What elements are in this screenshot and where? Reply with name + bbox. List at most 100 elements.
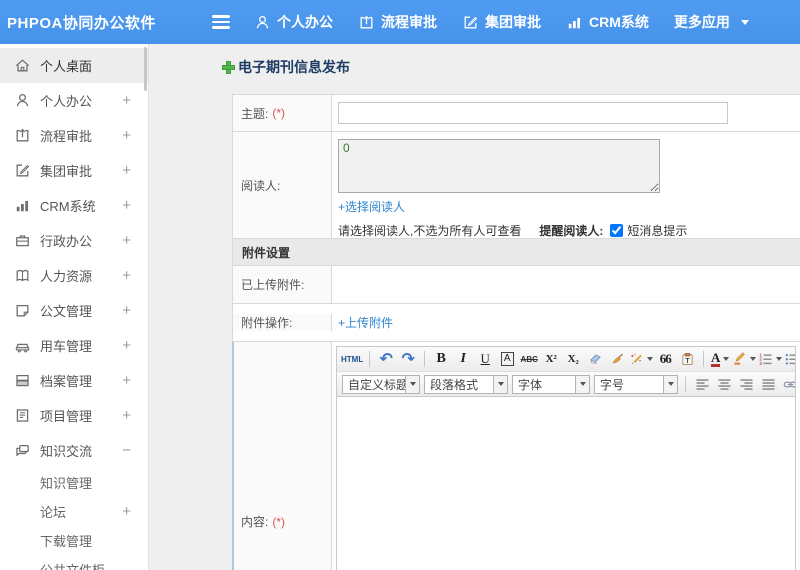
chevron-down-icon[interactable] [405, 375, 419, 393]
expand-plus-icon[interactable]: + [122, 163, 131, 178]
editor-toolbar-row1: HTML ↶ ↷ B I U A ABC X² X₂ 66 T A 1 2 3 [337, 347, 795, 372]
chevron-down-icon[interactable] [575, 375, 589, 393]
sidebar-item-download-management[interactable]: 下载管理 [0, 526, 148, 555]
redo-button[interactable]: ↷ [398, 349, 418, 369]
uploaded-attachments-row: 已上传附件: [233, 266, 800, 304]
sidebar-item-forum[interactable]: 论坛 + [0, 497, 148, 526]
expand-plus-icon[interactable]: + [122, 93, 131, 108]
readers-label: 阅读人: [241, 178, 281, 193]
chevron-down-icon [776, 357, 783, 361]
eraser-icon[interactable] [585, 349, 605, 369]
sidebar-item-group-approval[interactable]: 集团审批 + [0, 153, 148, 188]
sidebar-scrollbar[interactable] [144, 47, 147, 91]
project-icon [14, 407, 31, 424]
toolbar-separator [424, 351, 426, 367]
font-family-select[interactable]: 字体 [512, 374, 590, 394]
font-border-button[interactable]: A [497, 349, 517, 369]
publish-form: 主题: (*) 阅读人: 0 +选择阅读人 请选择阅读人,不选为所有人可查看 提… [232, 94, 800, 570]
expand-plus-icon[interactable]: + [122, 338, 131, 353]
font-border-label: A [500, 352, 514, 366]
strikethrough-button[interactable]: ABC [519, 349, 539, 369]
ordered-list-icon[interactable]: 123 [758, 349, 783, 369]
sidebar-item-knowledge-management[interactable]: 知识管理 [0, 468, 148, 497]
custom-title-select[interactable]: 自定义标题 [342, 374, 420, 394]
nav-crm-system[interactable]: CRM系统 [566, 12, 649, 32]
nav-process-approval[interactable]: 流程审批 [358, 12, 437, 32]
sidebar-item-label: 公共文件柜 [40, 560, 131, 570]
expand-plus-icon[interactable]: + [122, 128, 131, 143]
html-source-label: HTML [341, 354, 364, 364]
sidebar-menu: 个人桌面 个人办公 + 流程审批 + 集团审批 + CRM系统 + 行政办公 + 人力资源 + 公文管理 +… [0, 44, 148, 570]
readers-hint-text: 请选择阅读人,不选为所有人可查看 [338, 224, 522, 238]
undo-button[interactable]: ↶ [376, 349, 396, 369]
paragraph-format-select-label: 段落格式 [430, 377, 479, 392]
subject-input[interactable] [338, 102, 728, 124]
rich-text-editor: HTML ↶ ↷ B I U A ABC X² X₂ 66 T A 1 2 3 自定义标题 段落格式 字体 字号 [336, 346, 796, 570]
superscript-button[interactable]: X² [541, 349, 561, 369]
html-source-button[interactable]: HTML [341, 349, 363, 369]
paragraph-format-select[interactable]: 段落格式 [424, 374, 508, 394]
auto-typeset-icon[interactable] [629, 349, 654, 369]
sidebar-item-project-management[interactable]: 项目管理 + [0, 398, 148, 433]
align-right-icon[interactable] [736, 374, 756, 394]
edit-icon [14, 162, 31, 179]
editor-content-area[interactable] [337, 397, 795, 570]
expand-plus-icon[interactable]: + [122, 373, 131, 388]
nav-personal-office[interactable]: 个人办公 [254, 12, 333, 32]
select-readers-link[interactable]: +选择阅读人 [338, 200, 405, 214]
readers-textarea[interactable]: 0 [338, 139, 660, 193]
subject-input-cell [332, 95, 800, 131]
upload-attachment-link[interactable]: +上传附件 [338, 314, 393, 331]
unordered-list-icon[interactable] [784, 349, 795, 369]
expand-plus-icon[interactable]: + [122, 233, 131, 248]
justify-glyph [761, 377, 776, 392]
blockquote-button[interactable]: 66 [655, 349, 675, 369]
expand-plus-icon[interactable]: + [122, 408, 131, 423]
sidebar-item-label: 个人桌面 [40, 59, 93, 74]
sidebar-item-label: 下载管理 [40, 534, 93, 549]
expand-plus-icon[interactable]: + [122, 303, 131, 318]
sidebar-item-human-resources[interactable]: 人力资源 + [0, 258, 148, 293]
align-center-icon[interactable] [714, 374, 734, 394]
sidebar-item-personal-desktop[interactable]: 个人桌面 [0, 48, 148, 83]
underline-button[interactable]: U [475, 349, 495, 369]
sidebar-item-admin-office[interactable]: 行政办公 + [0, 223, 148, 258]
format-brush-icon[interactable] [607, 349, 627, 369]
align-left-icon[interactable] [692, 374, 712, 394]
menu-hamburger-icon[interactable] [212, 15, 230, 29]
expand-plus-icon[interactable]: + [122, 268, 131, 283]
link-icon[interactable] [780, 374, 795, 394]
sidebar-item-knowledge-exchange[interactable]: 知识交流 − [0, 433, 148, 468]
justify-icon[interactable] [758, 374, 778, 394]
font-size-select[interactable]: 字号 [594, 374, 678, 394]
chat-icon [14, 442, 31, 459]
sidebar-item-archive-management[interactable]: 档案管理 + [0, 363, 148, 398]
background-color-icon[interactable] [732, 349, 757, 369]
nav-group-approval[interactable]: 集团审批 [462, 12, 541, 32]
chevron-down-icon[interactable] [493, 375, 507, 393]
expand-plus-icon[interactable]: + [122, 504, 131, 519]
sidebar-item-document-management[interactable]: 公文管理 + [0, 293, 148, 328]
sidebar-item-label: 人力资源 [40, 269, 93, 284]
italic-button[interactable]: I [453, 349, 473, 369]
bold-button[interactable]: B [431, 349, 451, 369]
sidebar-item-vehicle-management[interactable]: 用车管理 + [0, 328, 148, 363]
paste-text-icon[interactable]: T [677, 349, 697, 369]
font-color-button[interactable]: A [710, 349, 730, 369]
bold-label: B [436, 351, 446, 366]
sidebar-item-public-file-cabinet[interactable]: 公共文件柜 [0, 555, 148, 570]
sidebar-item-personal-office[interactable]: 个人办公 + [0, 83, 148, 118]
sidebar-item-label: 知识管理 [40, 476, 93, 491]
sidebar-item-crm-system[interactable]: CRM系统 + [0, 188, 148, 223]
toolbar-separator [369, 351, 371, 367]
collapse-minus-icon[interactable]: − [122, 443, 131, 458]
sms-notify-checkbox[interactable] [610, 224, 624, 237]
chevron-down-icon[interactable] [663, 375, 677, 393]
expand-plus-icon[interactable]: + [122, 198, 131, 213]
sidebar-item-process-approval[interactable]: 流程审批 + [0, 118, 148, 153]
subscript-button[interactable]: X₂ [563, 349, 583, 369]
nav-more-apps[interactable]: 更多应用 [674, 12, 749, 32]
sidebar-item-label: 知识交流 [40, 444, 93, 459]
car-icon [14, 337, 31, 354]
underline-label: U [480, 351, 490, 366]
